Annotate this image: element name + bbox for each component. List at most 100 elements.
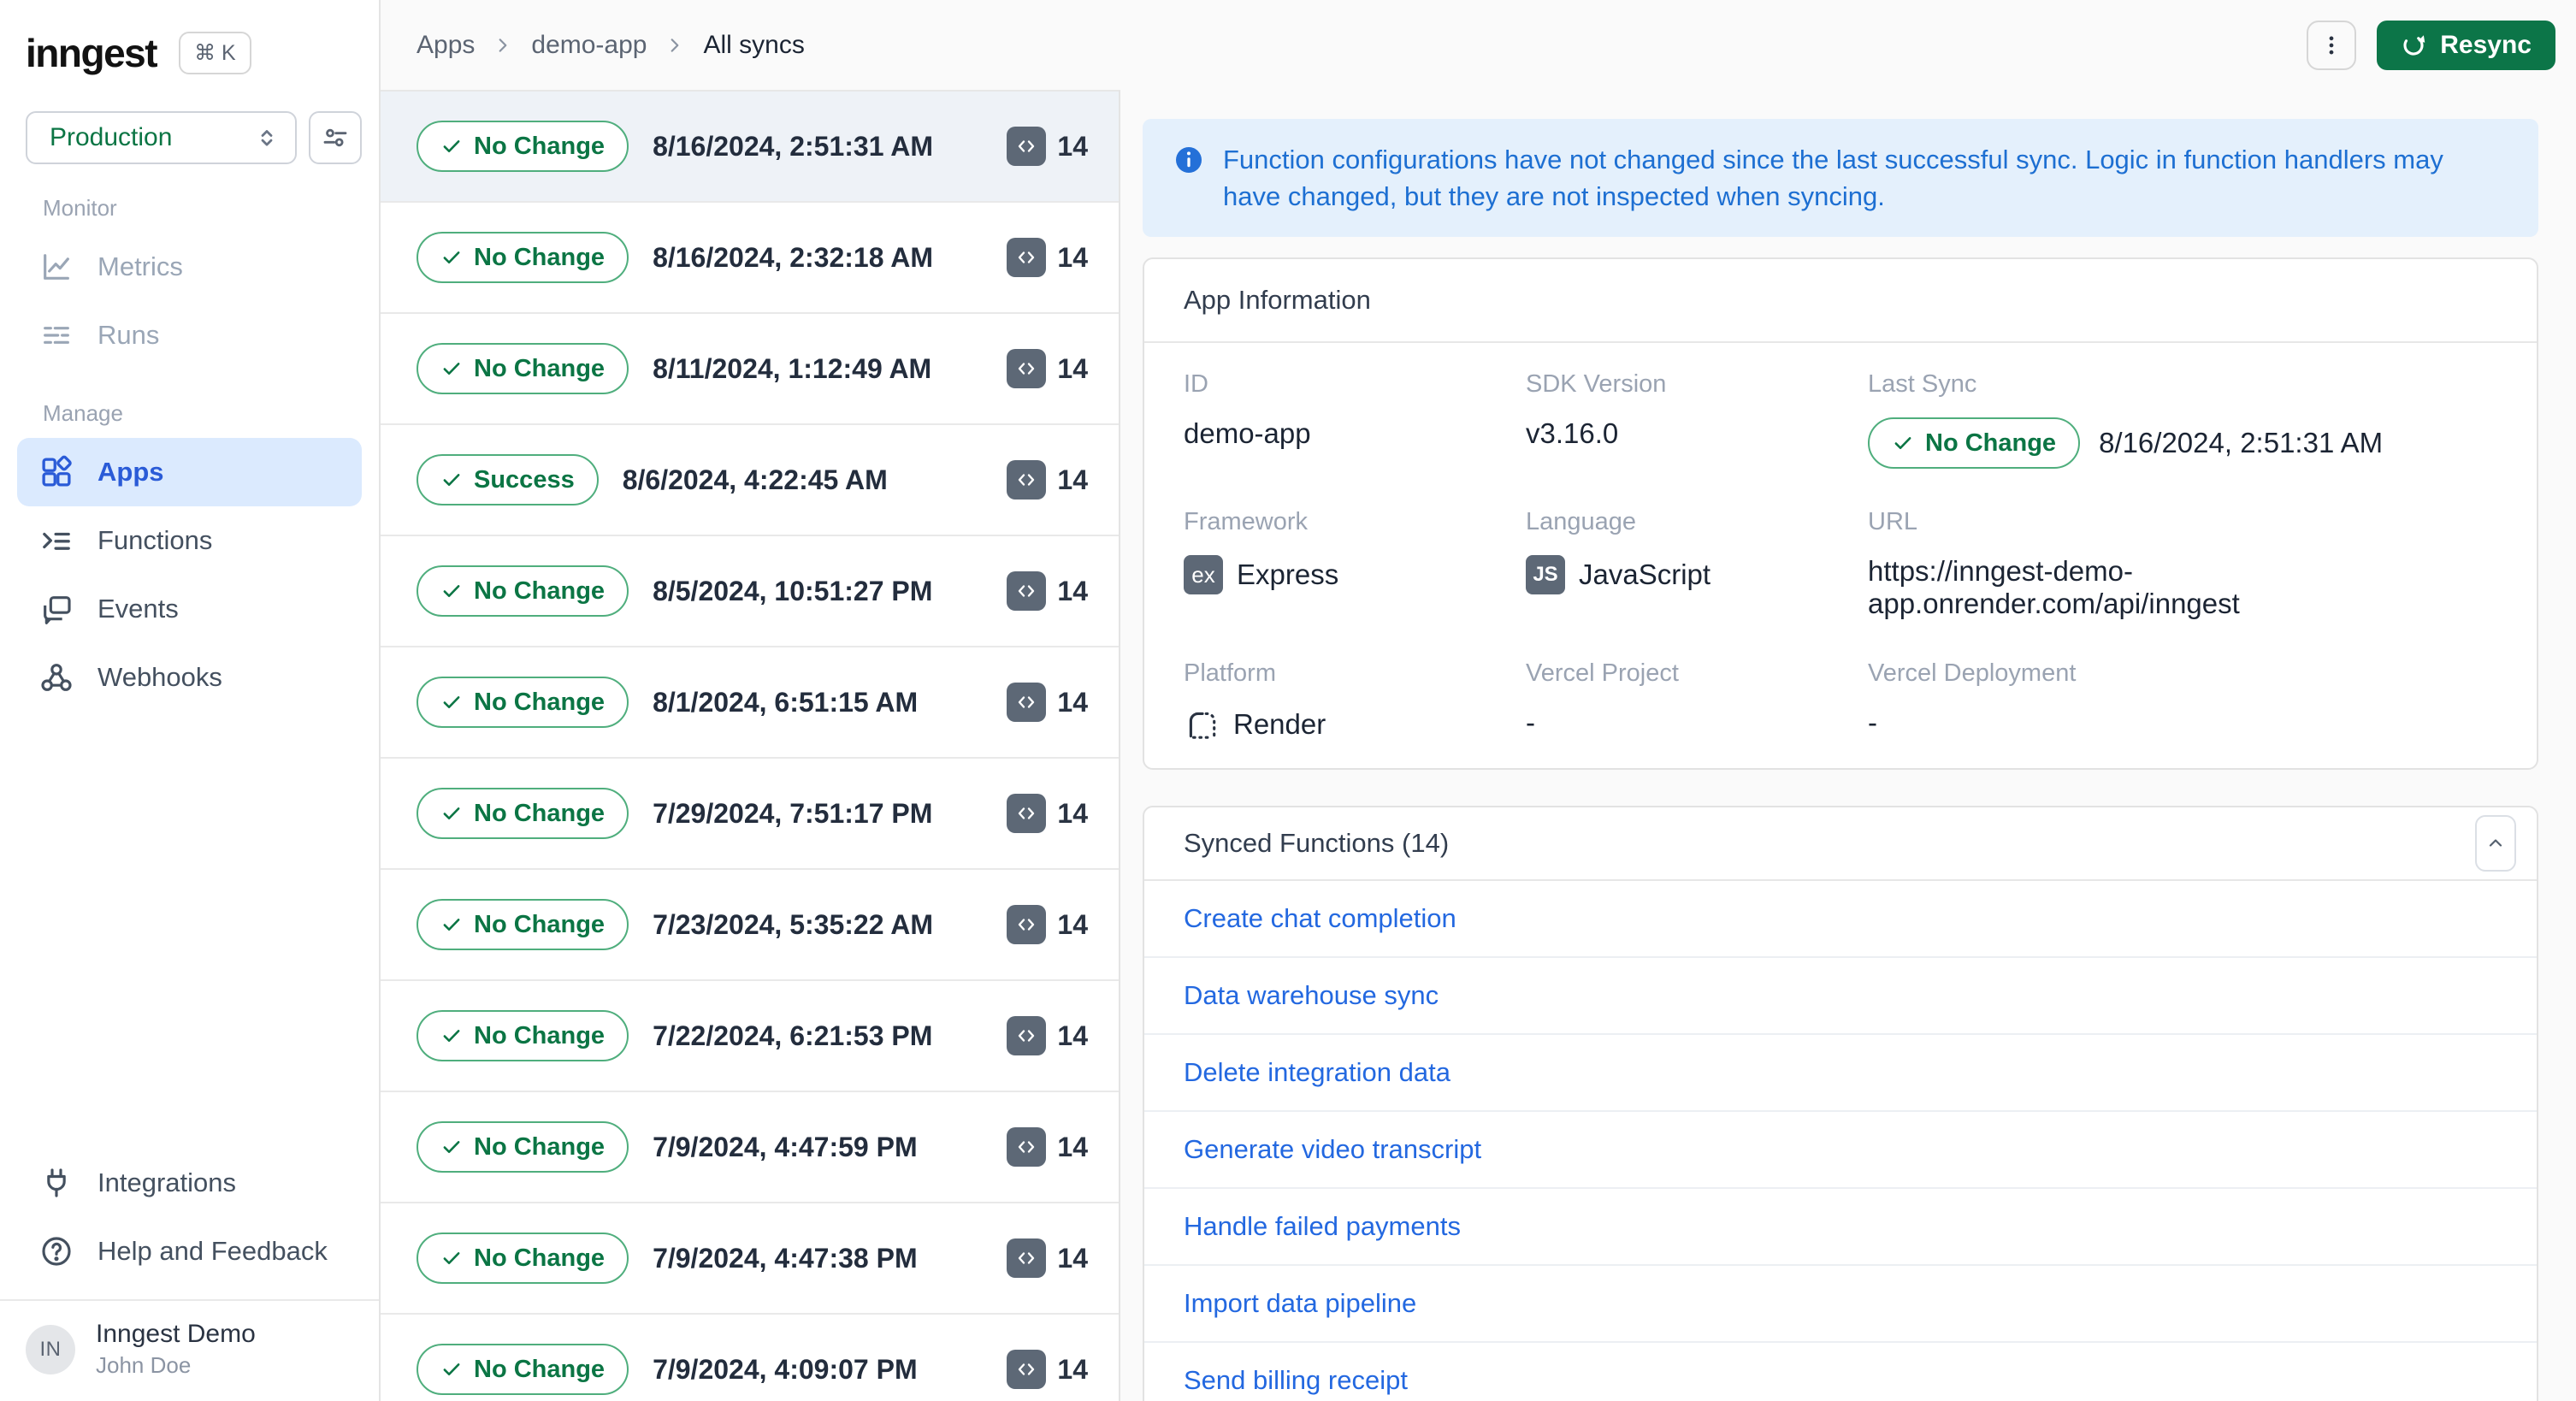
function-row[interactable]: Send billing receipt: [1144, 1343, 2537, 1401]
sync-status-badge: No Change: [417, 232, 629, 283]
sync-status-badge: No Change: [417, 1121, 629, 1173]
runs-icon: [38, 316, 75, 354]
sync-list-item[interactable]: No Change 7/9/2024, 4:47:38 PM 14: [381, 1203, 1119, 1315]
check-icon: [443, 919, 460, 931]
sync-detail-panel: Function configurations have not changed…: [1120, 90, 2576, 1401]
sync-status-badge: No Change: [417, 565, 629, 617]
function-link[interactable]: Data warehouse sync: [1184, 980, 1439, 1011]
sync-status-badge: No Change: [417, 899, 629, 950]
sync-timestamp: 7/9/2024, 4:09:07 PM: [653, 1353, 918, 1385]
field-vercel-project: Vercel Project -: [1526, 659, 1679, 738]
section-label-monitor: Monitor: [43, 195, 117, 221]
function-row[interactable]: Create chat completion: [1144, 881, 2537, 958]
sidebar-item-events[interactable]: Events: [17, 575, 362, 643]
sync-icon: [2403, 34, 2425, 56]
sidebar-item-metrics[interactable]: Metrics: [17, 233, 362, 301]
code-icon: [1007, 571, 1047, 611]
user-menu[interactable]: IN Inngest Demo John Doe: [17, 1301, 362, 1401]
function-link[interactable]: Delete integration data: [1184, 1057, 1450, 1088]
sync-timestamp: 8/5/2024, 10:51:27 PM: [653, 575, 933, 606]
sync-function-count: 14: [1007, 127, 1088, 166]
more-actions-button[interactable]: [2307, 20, 2357, 70]
function-link[interactable]: Import data pipeline: [1184, 1288, 1416, 1319]
resync-button[interactable]: Resync: [2377, 20, 2555, 70]
sync-timestamp: 7/29/2024, 7:51:17 PM: [653, 797, 933, 829]
sync-function-count: 14: [1007, 905, 1088, 944]
function-link[interactable]: Create chat completion: [1184, 903, 1456, 934]
collapse-button[interactable]: [2475, 815, 2516, 872]
sidebar-item-apps[interactable]: Apps: [17, 438, 362, 506]
help-icon: [38, 1233, 75, 1270]
inngest-logo: inngest: [26, 31, 158, 75]
function-link[interactable]: Generate video transcript: [1184, 1134, 1481, 1165]
sync-status-badge: Success: [417, 454, 599, 505]
command-k-shortcut[interactable]: ⌘ K: [179, 32, 251, 74]
sidebar-item-runs[interactable]: Runs: [17, 301, 362, 369]
sync-status-badge: No Change: [417, 1344, 629, 1395]
sync-function-count: 14: [1007, 349, 1088, 388]
sync-function-count: 14: [1007, 571, 1088, 611]
kebab-icon: [2329, 35, 2334, 55]
breadcrumb: Apps demo-app All syncs: [417, 31, 805, 60]
function-link[interactable]: Handle failed payments: [1184, 1211, 1461, 1242]
sidebar-item-functions[interactable]: Functions: [17, 506, 362, 575]
last-sync-status-badge: No Change: [1868, 417, 2081, 469]
sync-status-badge: No Change: [417, 1010, 629, 1061]
sync-list-item[interactable]: No Change 8/5/2024, 10:51:27 PM 14: [381, 536, 1119, 647]
function-link[interactable]: Send billing receipt: [1184, 1365, 1408, 1396]
sync-function-count: 14: [1007, 1016, 1088, 1055]
field-last-sync: Last Sync No Change 8/16/2024, 2:51:31 A…: [1868, 370, 2497, 469]
check-icon: [443, 140, 460, 153]
function-row[interactable]: Delete integration data: [1144, 1035, 2537, 1112]
field-framework: Framework ex Express: [1184, 508, 1526, 620]
main-column: Apps demo-app All syncs Resync No Change…: [381, 0, 2576, 1401]
sync-list-item[interactable]: No Change 8/11/2024, 1:12:49 AM 14: [381, 314, 1119, 425]
sync-timestamp: 8/11/2024, 1:12:49 AM: [653, 352, 932, 384]
chevron-up-icon: [2489, 839, 2502, 847]
breadcrumb-apps[interactable]: Apps: [417, 31, 475, 60]
card-title: App Information: [1184, 285, 1371, 315]
sync-list-item[interactable]: No Change 7/29/2024, 7:51:17 PM 14: [381, 759, 1119, 870]
sync-list-item[interactable]: No Change 7/9/2024, 4:09:07 PM 14: [381, 1315, 1119, 1401]
environment-select[interactable]: Production: [26, 111, 297, 164]
webhooks-icon: [38, 659, 75, 696]
sync-function-count: 14: [1007, 1238, 1088, 1278]
sidebar-item-help[interactable]: Help and Feedback: [17, 1217, 362, 1286]
sync-list-item[interactable]: No Change 7/9/2024, 4:47:59 PM 14: [381, 1092, 1119, 1203]
sidebar-footer: Integrations Help and Feedback IN Innges…: [0, 1149, 379, 1401]
sidebar-item-webhooks[interactable]: Webhooks: [17, 643, 362, 712]
field-id: ID demo-app: [1184, 370, 1311, 449]
user-org: Inngest Demo: [96, 1320, 256, 1348]
check-icon: [443, 585, 460, 598]
sync-function-count: 14: [1007, 1127, 1088, 1167]
sync-list-item[interactable]: No Change 8/1/2024, 6:51:15 AM 14: [381, 647, 1119, 759]
sync-list-item[interactable]: No Change 8/16/2024, 2:32:18 AM 14: [381, 203, 1119, 314]
events-icon: [38, 590, 75, 628]
sync-list-item[interactable]: No Change 7/22/2024, 6:21:53 PM 14: [381, 981, 1119, 1092]
sliders-icon: [323, 128, 347, 147]
sync-list-item[interactable]: No Change 7/23/2024, 5:35:22 AM 14: [381, 870, 1119, 981]
code-icon: [1007, 1127, 1047, 1167]
field-language: Language JS JavaScript: [1526, 508, 1868, 620]
functions-icon: [38, 522, 75, 559]
sync-list-item[interactable]: Success 8/6/2024, 4:22:45 AM 14: [381, 425, 1119, 536]
environment-filter-button[interactable]: [309, 111, 362, 164]
banner-text: Function configurations have not changed…: [1223, 145, 2443, 211]
function-row[interactable]: Import data pipeline: [1144, 1266, 2537, 1343]
info-banner: Function configurations have not changed…: [1143, 119, 2538, 237]
render-icon: [1184, 706, 1220, 742]
sync-list-item[interactable]: No Change 8/16/2024, 2:51:31 AM 14: [381, 92, 1119, 203]
function-row[interactable]: Handle failed payments: [1144, 1189, 2537, 1266]
sidebar-item-integrations[interactable]: Integrations: [17, 1149, 362, 1217]
app-information-body: ID demo-app SDK Version v3.16.0 Last Syn…: [1144, 343, 2537, 768]
avatar: IN: [26, 1324, 75, 1374]
breadcrumb-demo-app[interactable]: demo-app: [531, 31, 647, 60]
function-row[interactable]: Generate video transcript: [1144, 1112, 2537, 1189]
code-icon: [1007, 1238, 1047, 1278]
sync-function-count: 14: [1007, 460, 1088, 500]
card-title: Synced Functions (14): [1184, 828, 1450, 858]
function-row[interactable]: Data warehouse sync: [1144, 958, 2537, 1035]
code-icon: [1007, 460, 1047, 500]
section-label-manage: Manage: [43, 400, 123, 426]
express-icon: ex: [1184, 555, 1223, 594]
